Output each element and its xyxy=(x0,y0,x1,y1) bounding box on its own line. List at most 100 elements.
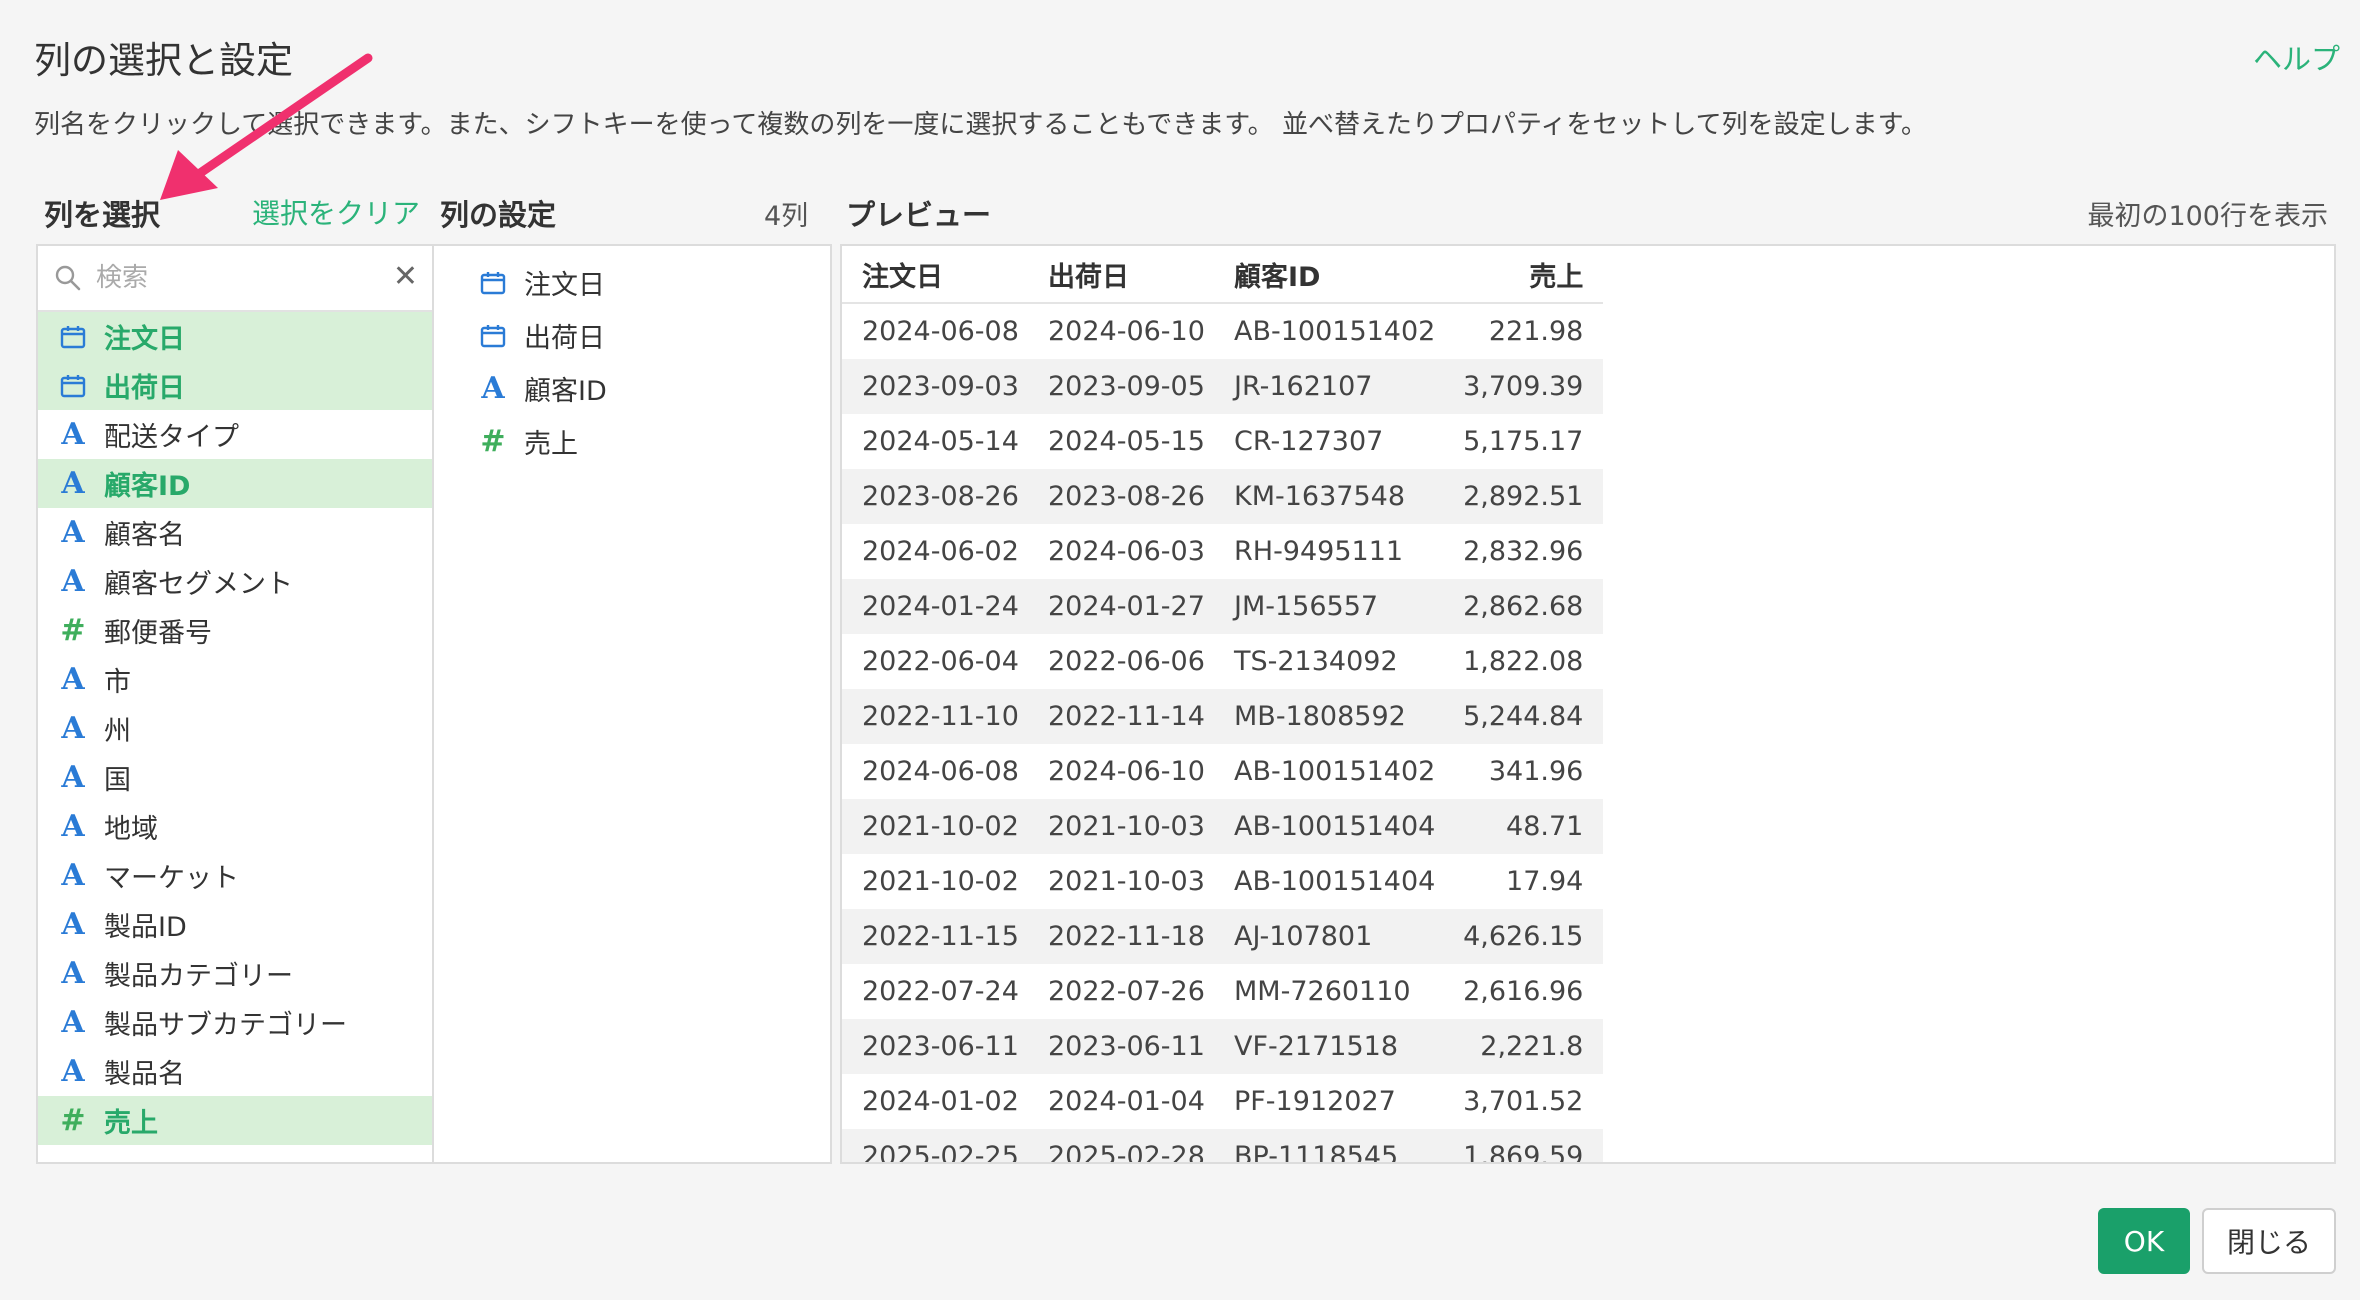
column-item[interactable]: A市 xyxy=(38,655,432,704)
column-item-label: 製品サブカテゴリー xyxy=(104,1010,347,1041)
number-type-icon: # xyxy=(60,613,86,648)
column-item[interactable]: A 顧客名 xyxy=(38,508,432,557)
column-item-label: マーケット xyxy=(104,863,239,894)
column-item[interactable]: 出荷日 xyxy=(38,361,432,410)
dialog-description: 列名をクリックして選択できます。また、シフトキーを使って複数の列を一度に選択する… xyxy=(34,110,1928,140)
setting-item[interactable]: A 顧客ID xyxy=(434,362,830,415)
clear-search-icon[interactable]: ✕ xyxy=(393,262,418,292)
preview-cell: 341.96 xyxy=(1488,756,1584,787)
text-type-icon: A xyxy=(61,515,85,550)
text-type-icon: A xyxy=(61,466,85,501)
text-type-icon: A xyxy=(61,907,85,942)
preview-cell: 2022-11-10 xyxy=(842,689,1028,744)
setting-item[interactable]: 出荷日 xyxy=(434,309,830,362)
search-input[interactable] xyxy=(94,254,368,302)
preview-cell: AB-100151402 xyxy=(1234,316,1436,347)
preview-cell: 2023-09-03 xyxy=(842,359,1028,414)
text-type-icon: A xyxy=(61,1005,85,1040)
preview-rows-note: 最初の100行を表示 xyxy=(2087,201,2328,232)
text-type-icon: A xyxy=(61,1054,85,1089)
setting-item-label: 注文日 xyxy=(524,270,605,301)
preview-cell: 2,616.96 xyxy=(1463,976,1584,1007)
close-button[interactable]: 閉じる xyxy=(2202,1208,2336,1274)
text-type-icon: A xyxy=(61,564,85,599)
column-item-label: 州 xyxy=(104,716,131,747)
column-item-label: 製品カテゴリー xyxy=(104,961,293,992)
calendar-icon xyxy=(54,374,92,398)
preview-cell: 2021-10-03 xyxy=(1028,799,1214,854)
table-row: 2022-06-04 2022-06-06 TS-2134092 1,822.08 xyxy=(842,634,1603,689)
text-type-icon: A xyxy=(61,858,85,893)
preview-cell: 221.98 xyxy=(1488,316,1584,347)
preview-cell: 2021-10-03 xyxy=(1048,866,1205,897)
preview-cell: 2,221.8 xyxy=(1435,1019,1604,1074)
preview-cell: MM-7260110 xyxy=(1234,976,1411,1007)
dialog-title: 列の選択と設定 xyxy=(34,39,293,82)
column-item[interactable]: # 売上 xyxy=(38,1096,432,1145)
preview-cell: 2,892.51 xyxy=(1435,469,1604,524)
preview-cell: 2024-01-27 xyxy=(1028,579,1214,634)
preview-panel: 注文日 出荷日 顧客ID 売上 2024-06-08 2024-06-10 AB-1001… xyxy=(840,244,2336,1164)
column-item[interactable]: A国 xyxy=(38,753,432,802)
setting-item-label: 売上 xyxy=(524,429,578,460)
preview-table: 注文日 出荷日 顧客ID 売上 2024-06-08 2024-06-10 AB-1001… xyxy=(842,246,1604,1162)
table-row: 2024-01-02 2024-01-04 PF-1912027 3,701.52 xyxy=(842,1074,1603,1129)
preview-cell: 2023-06-11 xyxy=(1028,1019,1214,1074)
table-row: 2022-11-15 2022-11-18 AJ-107801 4,626.15 xyxy=(842,909,1604,964)
column-item[interactable]: A 製品カテゴリー xyxy=(38,949,432,998)
setting-item-label: 顧客ID xyxy=(524,376,607,407)
preview-cell: 2024-05-15 xyxy=(1048,426,1205,457)
column-item[interactable]: A州 xyxy=(38,704,432,753)
preview-cell: 2022-11-14 xyxy=(1028,689,1214,744)
clear-selection-link[interactable]: 選択をクリア xyxy=(252,192,420,232)
preview-label: プレビュー xyxy=(846,198,992,232)
preview-cell: 17.94 xyxy=(1506,866,1584,897)
column-item[interactable]: A 製品名 xyxy=(38,1047,432,1096)
preview-cell: 2022-11-18 xyxy=(1028,909,1214,964)
preview-cell: 2024-06-10 xyxy=(1048,316,1205,347)
table-row: 2021-10-02 2021-10-03 AB-100151404 17.94 xyxy=(842,854,1603,909)
table-row: 2024-01-24 2024-01-27 JM-156557 2,862.68 xyxy=(842,579,1604,634)
preview-cell: VF-2171518 xyxy=(1214,1019,1436,1074)
preview-cell: 2024-06-02 xyxy=(862,536,1019,567)
preview-cell: 2024-06-10 xyxy=(1048,756,1205,787)
preview-cell: AJ-107801 xyxy=(1214,909,1436,964)
preview-cell: 2024-06-08 xyxy=(862,316,1019,347)
preview-cell: 2024-06-03 xyxy=(1048,536,1205,567)
preview-cell: 2022-07-26 xyxy=(1048,976,1205,1007)
table-row: 2024-05-14 2024-05-15 CR-127307 5,175.17 xyxy=(842,414,1603,469)
ok-button[interactable]: OK xyxy=(2098,1208,2190,1274)
column-item[interactable]: 注文日 xyxy=(38,312,432,361)
setting-item[interactable]: # 売上 xyxy=(434,415,830,468)
preview-header-cell: 顧客ID xyxy=(1214,246,1436,304)
column-item-label: 顧客セグメント xyxy=(104,569,293,600)
preview-header-cell: 注文日 xyxy=(842,246,1028,304)
text-type-icon: A xyxy=(61,956,85,991)
table-row: 2024-06-08 2024-06-10 AB-100151402 341.96 xyxy=(842,744,1603,799)
preview-cell: 2025-02-25 xyxy=(842,1129,1028,1162)
preview-cell: 2022-11-15 xyxy=(842,909,1028,964)
setting-item[interactable]: 注文日 xyxy=(434,256,830,309)
number-type-icon: # xyxy=(60,1103,86,1138)
column-item-label: 配送タイプ xyxy=(104,422,239,453)
column-item[interactable]: # 郵便番号 xyxy=(38,606,432,655)
help-link[interactable]: ヘルプ xyxy=(2253,36,2340,78)
preview-cell: 48.71 xyxy=(1435,799,1604,854)
column-item[interactable]: A 地域 xyxy=(38,802,432,851)
preview-cell: 5,175.17 xyxy=(1463,426,1584,457)
table-row: 2022-07-24 2022-07-26 MM-7260110 2,616.96 xyxy=(842,964,1603,1019)
column-item[interactable]: A 製品ID xyxy=(38,900,432,949)
preview-cell: 2023-06-11 xyxy=(842,1019,1028,1074)
column-item[interactable]: A マーケット xyxy=(38,851,432,900)
column-settings-label: 列の設定 xyxy=(440,198,557,232)
column-item-label: 製品名 xyxy=(104,1059,185,1090)
column-item[interactable]: A 顧客セグメント xyxy=(38,557,432,606)
table-row: 2024-06-08 2024-06-10 AB-100151402 221.98 xyxy=(842,303,1603,359)
column-item[interactable]: A 配送タイプ xyxy=(38,410,432,459)
preview-cell: JR-162107 xyxy=(1214,359,1436,414)
text-type-icon: A xyxy=(61,711,85,746)
column-item-label: 出荷日 xyxy=(104,373,185,404)
column-item[interactable]: A 製品サブカテゴリー xyxy=(38,998,432,1047)
column-item[interactable]: A 顧客ID xyxy=(38,459,432,508)
preview-cell: 2024-01-04 xyxy=(1048,1086,1205,1117)
